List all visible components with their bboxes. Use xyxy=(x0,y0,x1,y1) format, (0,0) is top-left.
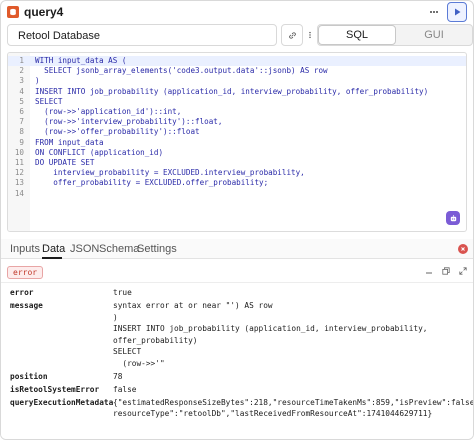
result-field-key: message xyxy=(10,301,43,310)
line-number: 1 xyxy=(19,56,24,65)
more-options-button[interactable] xyxy=(424,2,444,22)
code-line[interactable]: 1 WITH input_data AS ( xyxy=(8,56,466,66)
code-text: (row->>'interview_probability')::float, xyxy=(35,117,223,127)
result-field-value: 78 xyxy=(113,371,123,381)
code-text: SELECT xyxy=(35,96,63,106)
line-number: 12 xyxy=(14,168,24,178)
database-icon xyxy=(7,6,19,18)
mode-toggle: SQL GUI xyxy=(317,24,473,46)
panel-actions xyxy=(424,266,467,275)
query-header: query4 xyxy=(1,1,473,23)
line-number: 3 xyxy=(19,76,24,86)
result-field-key: isRetoolSystemError xyxy=(10,384,100,394)
result-field-value: (row->>'" xyxy=(113,358,165,368)
code-line[interactable]: 11 DO UPDATE SET xyxy=(8,158,466,168)
result-field-value: true xyxy=(113,288,132,297)
line-number: 14 xyxy=(14,188,24,198)
mode-gui-option[interactable]: GUI xyxy=(396,25,472,45)
resource-row: Retool Database SQL GUI xyxy=(7,24,473,46)
code-line[interactable]: 4 INSERT INTO job_probability (applicatio… xyxy=(8,87,466,97)
result-tabs: Inputs Data JSON Schema Settings xyxy=(1,239,473,259)
line-number: 8 xyxy=(19,127,24,137)
line-number: 11 xyxy=(14,158,24,167)
query-title[interactable]: query4 xyxy=(24,5,63,19)
code-text: FROM input_data xyxy=(35,137,104,147)
copy-icon[interactable] xyxy=(441,266,450,275)
result-field-key: queryExecutionMetadata xyxy=(10,397,114,407)
result-field-value: ) xyxy=(113,312,118,322)
run-query-button[interactable] xyxy=(447,2,467,22)
line-number: 7 xyxy=(19,117,24,127)
code-text: (row->>'offer_probability')::float xyxy=(35,127,200,137)
code-text: ) xyxy=(35,76,40,86)
resource-name: Retool Database xyxy=(18,30,100,42)
results-divider xyxy=(1,282,473,283)
header-actions xyxy=(424,2,467,22)
code-line[interactable]: 5 SELECT xyxy=(8,97,466,107)
expand-icon[interactable] xyxy=(458,266,467,275)
mode-sql-option[interactable]: SQL xyxy=(318,25,396,45)
result-field-value: false xyxy=(113,384,137,394)
active-tab-indicator xyxy=(42,257,62,259)
line-number: 5 xyxy=(19,96,24,106)
code-line[interactable]: 8 (row->>'offer_probability')::float xyxy=(8,127,466,137)
code-line[interactable]: 2 SELECT jsonb_array_elements('code3.out… xyxy=(8,66,466,76)
code-line[interactable]: 10 ON CONFLICT (application_id) xyxy=(8,148,466,158)
result-field-value: syntax error at or near "') AS row xyxy=(113,301,273,310)
line-number: 2 xyxy=(19,66,24,76)
code-line[interactable]: 6 (row->>'application_id')::int, xyxy=(8,107,466,117)
sql-code-editor[interactable]: 1 WITH input_data AS (2 SELECT jsonb_arra… xyxy=(7,52,467,232)
line-number: 9 xyxy=(19,137,24,147)
code-line[interactable]: 9 FROM input_data xyxy=(8,138,466,148)
code-text: INSERT INTO job_probability (application… xyxy=(35,86,429,96)
result-field-value: SELECT xyxy=(113,347,142,356)
tab-inputs[interactable]: Inputs xyxy=(10,243,40,255)
results-panel: error error true message syntax error at or… xyxy=(1,260,474,439)
result-field-value: INSERT INTO job_probability (application… xyxy=(113,324,428,333)
tab-settings[interactable]: Settings xyxy=(137,243,177,255)
line-number: 13 xyxy=(14,178,24,188)
code-line[interactable]: 12 interview_probability = EXCLUDED.inte… xyxy=(8,168,466,178)
line-number: 6 xyxy=(19,107,24,116)
code-text: interview_probability = EXCLUDED.intervi… xyxy=(35,168,305,178)
result-field-key: position xyxy=(10,371,48,381)
code-line[interactable]: 3) xyxy=(8,76,466,86)
code-text: DO UPDATE SET xyxy=(35,158,95,167)
code-text: offer_probability = EXCLUDED.offer_proba… xyxy=(35,178,269,188)
link-icon xyxy=(288,31,296,39)
resource-more-button[interactable] xyxy=(303,24,317,46)
ai-assist-button[interactable] xyxy=(446,211,460,225)
resource-link-button[interactable] xyxy=(281,24,303,46)
line-number: 10 xyxy=(14,147,24,157)
error-status-chip: error xyxy=(7,266,44,279)
result-field-key: error xyxy=(10,288,34,297)
result-field-value: {"estimatedResponseSizeBytes":218,"resou… xyxy=(113,397,474,407)
code-line[interactable]: 13 offer_probability = EXCLUDED.offer_pr… xyxy=(8,178,466,188)
error-indicator-icon xyxy=(458,244,468,254)
line-number: 4 xyxy=(19,86,24,96)
more-icon xyxy=(309,31,311,39)
code-line[interactable]: 7 (row->>'interview_probability')::float… xyxy=(8,117,466,127)
minimize-icon[interactable] xyxy=(424,266,433,275)
code-text: WITH input_data AS ( xyxy=(35,56,127,65)
code-line[interactable]: 14 xyxy=(8,189,466,199)
tab-json[interactable]: JSON xyxy=(70,243,99,255)
result-field-value: offer_probability) xyxy=(113,335,198,345)
code-text: (row->>'application_id')::int, xyxy=(35,107,182,116)
query-editor-window: query4 Retool Database SQL GUI 1 WITH inp… xyxy=(0,0,474,440)
code-text: ON CONFLICT (application_id) xyxy=(35,147,164,157)
ai-assist-icon xyxy=(450,214,456,221)
more-icon xyxy=(430,11,438,13)
tab-schema[interactable]: Schema xyxy=(99,243,139,255)
run-icon xyxy=(455,8,461,16)
result-field-value: resourceType":"retoolDb","lastReceivedFr… xyxy=(113,409,433,418)
tab-data[interactable]: Data xyxy=(42,243,65,255)
resource-select[interactable]: Retool Database xyxy=(7,24,277,46)
code-text: SELECT jsonb_array_elements('code3.outpu… xyxy=(35,66,328,76)
